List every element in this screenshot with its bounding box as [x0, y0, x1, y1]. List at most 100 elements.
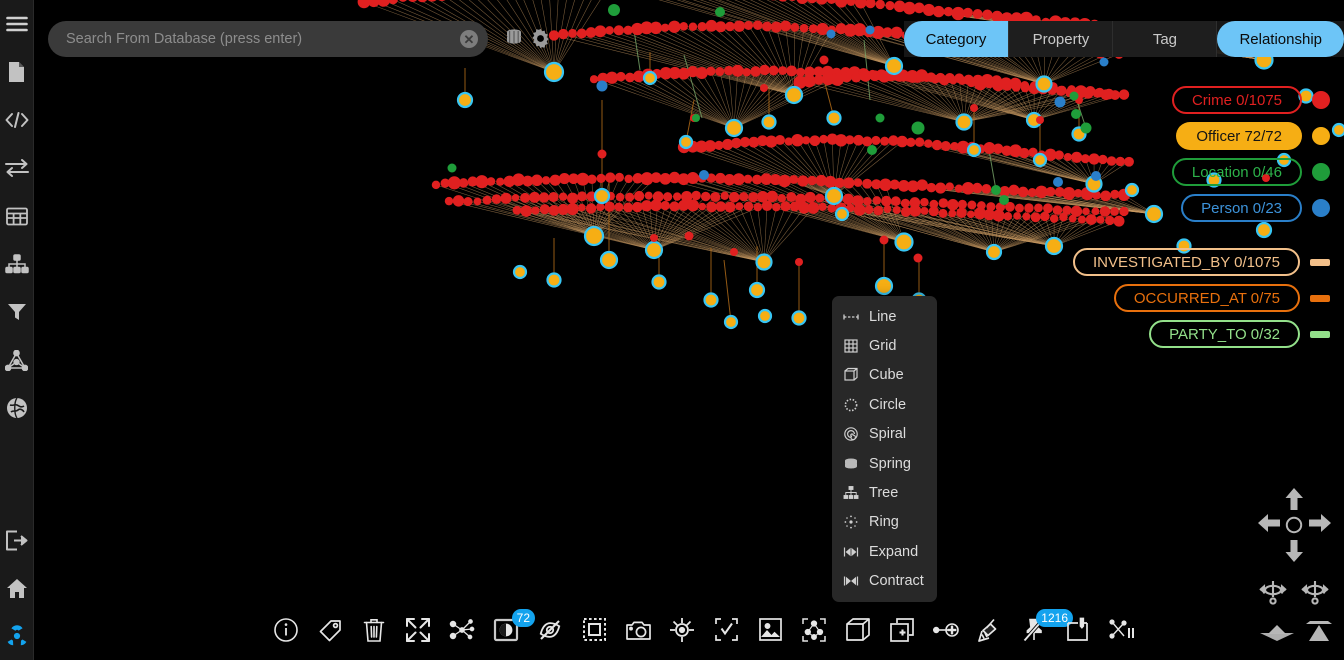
- sidebar-item-menu[interactable]: [0, 0, 34, 48]
- menu-item-contract[interactable]: Contract: [832, 567, 937, 596]
- toolbar-graph-expand-button[interactable]: [445, 612, 479, 652]
- toolbar-check-frame-button[interactable]: [709, 612, 743, 652]
- expand-layout-icon: [843, 544, 859, 560]
- menu-label-spring: Spring: [869, 456, 911, 472]
- database-icon[interactable]: [502, 26, 526, 50]
- sidebar-item-transfer[interactable]: [0, 144, 34, 192]
- toolbar-marquee-button[interactable]: [577, 612, 611, 652]
- toolbar-split-button[interactable]: [1105, 612, 1139, 652]
- legend-item-investigated-by[interactable]: INVESTIGATED_BY 0/1075: [1073, 248, 1330, 276]
- clear-search-icon[interactable]: ✕: [460, 30, 478, 48]
- sidebar-item-globe[interactable]: [0, 384, 34, 432]
- toolbar-add-node-button[interactable]: [929, 612, 963, 652]
- view-bottom-icon: [1302, 620, 1336, 649]
- legend-swatch-crime: [1312, 91, 1330, 109]
- legend-item-party-to[interactable]: PARTY_TO 0/32: [1149, 320, 1330, 348]
- nav-left-button[interactable]: [1258, 513, 1280, 538]
- grid-layout-icon: [843, 338, 859, 354]
- navigation-pad: [1258, 488, 1330, 560]
- menu-label-line: Line: [869, 309, 896, 325]
- search-input[interactable]: [48, 21, 488, 57]
- tab-tag[interactable]: Tag: [1113, 21, 1217, 57]
- split-edge-icon: [1109, 618, 1135, 647]
- search-container: ✕: [48, 21, 488, 57]
- view-pad: [1258, 616, 1330, 656]
- tab-property[interactable]: Property: [1009, 21, 1113, 57]
- sidebar-item-table[interactable]: [0, 192, 34, 240]
- toolbar-image-frame-button[interactable]: [753, 612, 787, 652]
- legend-pill-investigated-by[interactable]: INVESTIGATED_BY 0/1075: [1073, 248, 1300, 276]
- expand-arrows-icon: [405, 617, 431, 648]
- toolbar-snapshot-button[interactable]: [621, 612, 655, 652]
- view-bottom-button[interactable]: [1302, 620, 1336, 649]
- toolbar-hide-button[interactable]: [533, 612, 567, 652]
- toolbar-info-button[interactable]: [269, 612, 303, 652]
- toolbar-fullscreen-button[interactable]: [401, 612, 435, 652]
- menu-item-cube[interactable]: Cube: [832, 361, 937, 390]
- legend-pill-officer[interactable]: Officer 72/72: [1176, 122, 1302, 150]
- legend-pill-party-to[interactable]: PARTY_TO 0/32: [1149, 320, 1300, 348]
- legend-pill-occurred-at[interactable]: OCCURRED_AT 0/75: [1114, 284, 1300, 312]
- menu-item-grid[interactable]: Grid: [832, 331, 937, 360]
- toolbar-unpin-button[interactable]: 1216: [1017, 612, 1051, 652]
- toolbar-contrast-button[interactable]: 72: [489, 612, 523, 652]
- view-top-button[interactable]: [1260, 622, 1294, 649]
- menu-label-tree: Tree: [869, 485, 898, 501]
- tab-category[interactable]: Category: [904, 21, 1010, 57]
- toolbar-cube-view-button[interactable]: [841, 612, 875, 652]
- cube-layout-icon: [843, 367, 859, 383]
- menu-item-spring[interactable]: Spring: [832, 449, 937, 478]
- trash-icon: [362, 617, 386, 648]
- spring-layout-icon: [843, 456, 859, 472]
- tab-relationship[interactable]: Relationship: [1217, 21, 1344, 57]
- ring-layout-icon: [843, 514, 859, 530]
- sidebar-item-document[interactable]: [0, 48, 34, 96]
- menu-label-grid: Grid: [869, 338, 896, 354]
- menu-label-ring: Ring: [869, 514, 899, 530]
- legend-swatch-party-to: [1310, 331, 1330, 338]
- legend-pill-person[interactable]: Person 0/23: [1181, 194, 1302, 222]
- sidebar-item-logout[interactable]: [0, 516, 34, 564]
- legend-pill-crime[interactable]: Crime 0/1075: [1172, 86, 1302, 114]
- toolbar-focus-button[interactable]: [665, 612, 699, 652]
- gear-icon[interactable]: [528, 26, 552, 50]
- legend-pill-location[interactable]: Location 0/46: [1172, 158, 1302, 186]
- legend-item-location[interactable]: Location 0/46: [1172, 158, 1330, 186]
- legend-item-occurred-at[interactable]: OCCURRED_AT 0/75: [1114, 284, 1330, 312]
- menu-item-expand[interactable]: Expand: [832, 537, 937, 566]
- menu-item-spiral[interactable]: Spiral: [832, 420, 937, 449]
- sidebar-item-user[interactable]: [0, 612, 34, 660]
- nav-center-button[interactable]: [1284, 515, 1304, 540]
- menu-item-circle[interactable]: Circle: [832, 390, 937, 419]
- toolbar-delete-button[interactable]: [357, 612, 391, 652]
- toolbar-clean-button[interactable]: [973, 612, 1007, 652]
- sidebar-item-home[interactable]: [0, 564, 34, 612]
- legend-item-officer[interactable]: Officer 72/72: [1176, 122, 1330, 150]
- marquee-select-icon: [582, 617, 607, 647]
- view-top-icon: [1260, 622, 1294, 649]
- cube-icon: [845, 617, 871, 648]
- toolbar-duplicate-button[interactable]: [885, 612, 919, 652]
- legend-item-person[interactable]: Person 0/23: [1181, 194, 1330, 222]
- sidebar-item-hierarchy[interactable]: [0, 240, 34, 288]
- nav-right-button[interactable]: [1309, 513, 1331, 538]
- menu-item-ring[interactable]: Ring: [832, 508, 937, 537]
- nav-down-button[interactable]: [1284, 540, 1304, 567]
- orbit-center-icon: [1284, 515, 1304, 540]
- legend-item-crime[interactable]: Crime 0/1075: [1172, 86, 1330, 114]
- rotate-right-button[interactable]: [1300, 578, 1330, 611]
- rotate-left-button[interactable]: [1258, 578, 1288, 611]
- toolbar-cluster-button[interactable]: [797, 612, 831, 652]
- menu-label-expand: Expand: [869, 544, 918, 560]
- legend-swatch-officer: [1312, 127, 1330, 145]
- toolbar-tag-button[interactable]: [313, 612, 347, 652]
- menu-item-tree[interactable]: Tree: [832, 478, 937, 507]
- sidebar-item-code[interactable]: [0, 96, 34, 144]
- menu-item-line[interactable]: Line: [832, 302, 937, 331]
- toolbar-items: 72: [269, 612, 1139, 652]
- sidebar-item-filter[interactable]: [0, 288, 34, 336]
- toolbar-annotate-button[interactable]: [1061, 612, 1095, 652]
- nav-up-button[interactable]: [1284, 488, 1304, 515]
- sidebar-item-network[interactable]: [0, 336, 34, 384]
- broom-icon: [977, 617, 1003, 648]
